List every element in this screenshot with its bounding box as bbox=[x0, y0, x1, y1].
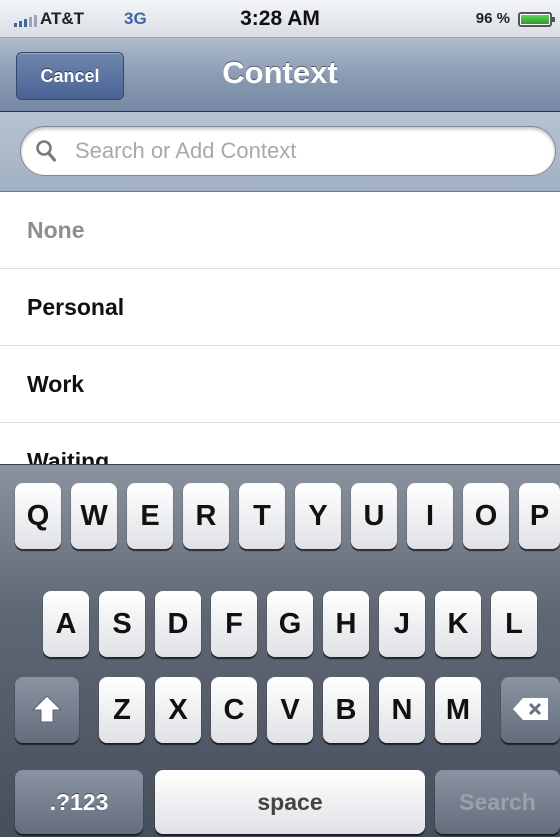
key-b[interactable]: B bbox=[323, 677, 369, 743]
key-v[interactable]: V bbox=[267, 677, 313, 743]
key-k[interactable]: K bbox=[435, 591, 481, 657]
status-bar: AT&T 3G 3:28 AM 96 % bbox=[0, 0, 560, 38]
key-f[interactable]: F bbox=[211, 591, 257, 657]
key-l[interactable]: L bbox=[491, 591, 537, 657]
key-j[interactable]: J bbox=[379, 591, 425, 657]
key-q[interactable]: Q bbox=[15, 483, 61, 549]
key-a[interactable]: A bbox=[43, 591, 89, 657]
key-i[interactable]: I bbox=[407, 483, 453, 549]
search-key[interactable]: Search bbox=[435, 770, 560, 834]
key-s[interactable]: S bbox=[99, 591, 145, 657]
key-p[interactable]: P bbox=[519, 483, 560, 549]
cancel-button[interactable]: Cancel bbox=[16, 52, 124, 100]
list-item-waiting[interactable]: Waiting bbox=[0, 423, 560, 464]
search-icon bbox=[36, 140, 57, 162]
key-u[interactable]: U bbox=[351, 483, 397, 549]
key-c[interactable]: C bbox=[211, 677, 257, 743]
list-item-none[interactable]: None bbox=[0, 192, 560, 269]
key-y[interactable]: Y bbox=[295, 483, 341, 549]
key-h[interactable]: H bbox=[323, 591, 369, 657]
backspace-key[interactable] bbox=[501, 677, 560, 743]
battery-icon bbox=[518, 12, 555, 27]
search-bar bbox=[0, 112, 560, 192]
shift-key[interactable] bbox=[15, 677, 79, 743]
list-item-personal[interactable]: Personal bbox=[0, 269, 560, 346]
key-n[interactable]: N bbox=[379, 677, 425, 743]
key-m[interactable]: M bbox=[435, 677, 481, 743]
battery-percent: 96 % bbox=[475, 10, 510, 27]
key-w[interactable]: W bbox=[71, 483, 117, 549]
key-d[interactable]: D bbox=[155, 591, 201, 657]
key-e[interactable]: E bbox=[127, 483, 173, 549]
key-r[interactable]: R bbox=[183, 483, 229, 549]
key-g[interactable]: G bbox=[267, 591, 313, 657]
search-input[interactable] bbox=[75, 135, 535, 167]
keyboard: Q W E R T Y U I O P A S D F G H J K L Z … bbox=[0, 464, 560, 837]
numbers-key[interactable]: .?123 bbox=[15, 770, 143, 834]
list-item-work[interactable]: Work bbox=[0, 346, 560, 423]
backspace-icon bbox=[512, 698, 548, 721]
context-list: None Personal Work Waiting bbox=[0, 192, 560, 464]
search-field[interactable] bbox=[20, 126, 556, 176]
key-t[interactable]: T bbox=[239, 483, 285, 549]
key-x[interactable]: X bbox=[155, 677, 201, 743]
space-key[interactable]: space bbox=[155, 770, 425, 834]
navigation-bar: Context Cancel bbox=[0, 38, 560, 112]
shift-arrow-icon bbox=[31, 695, 63, 723]
key-o[interactable]: O bbox=[463, 483, 509, 549]
key-z[interactable]: Z bbox=[99, 677, 145, 743]
